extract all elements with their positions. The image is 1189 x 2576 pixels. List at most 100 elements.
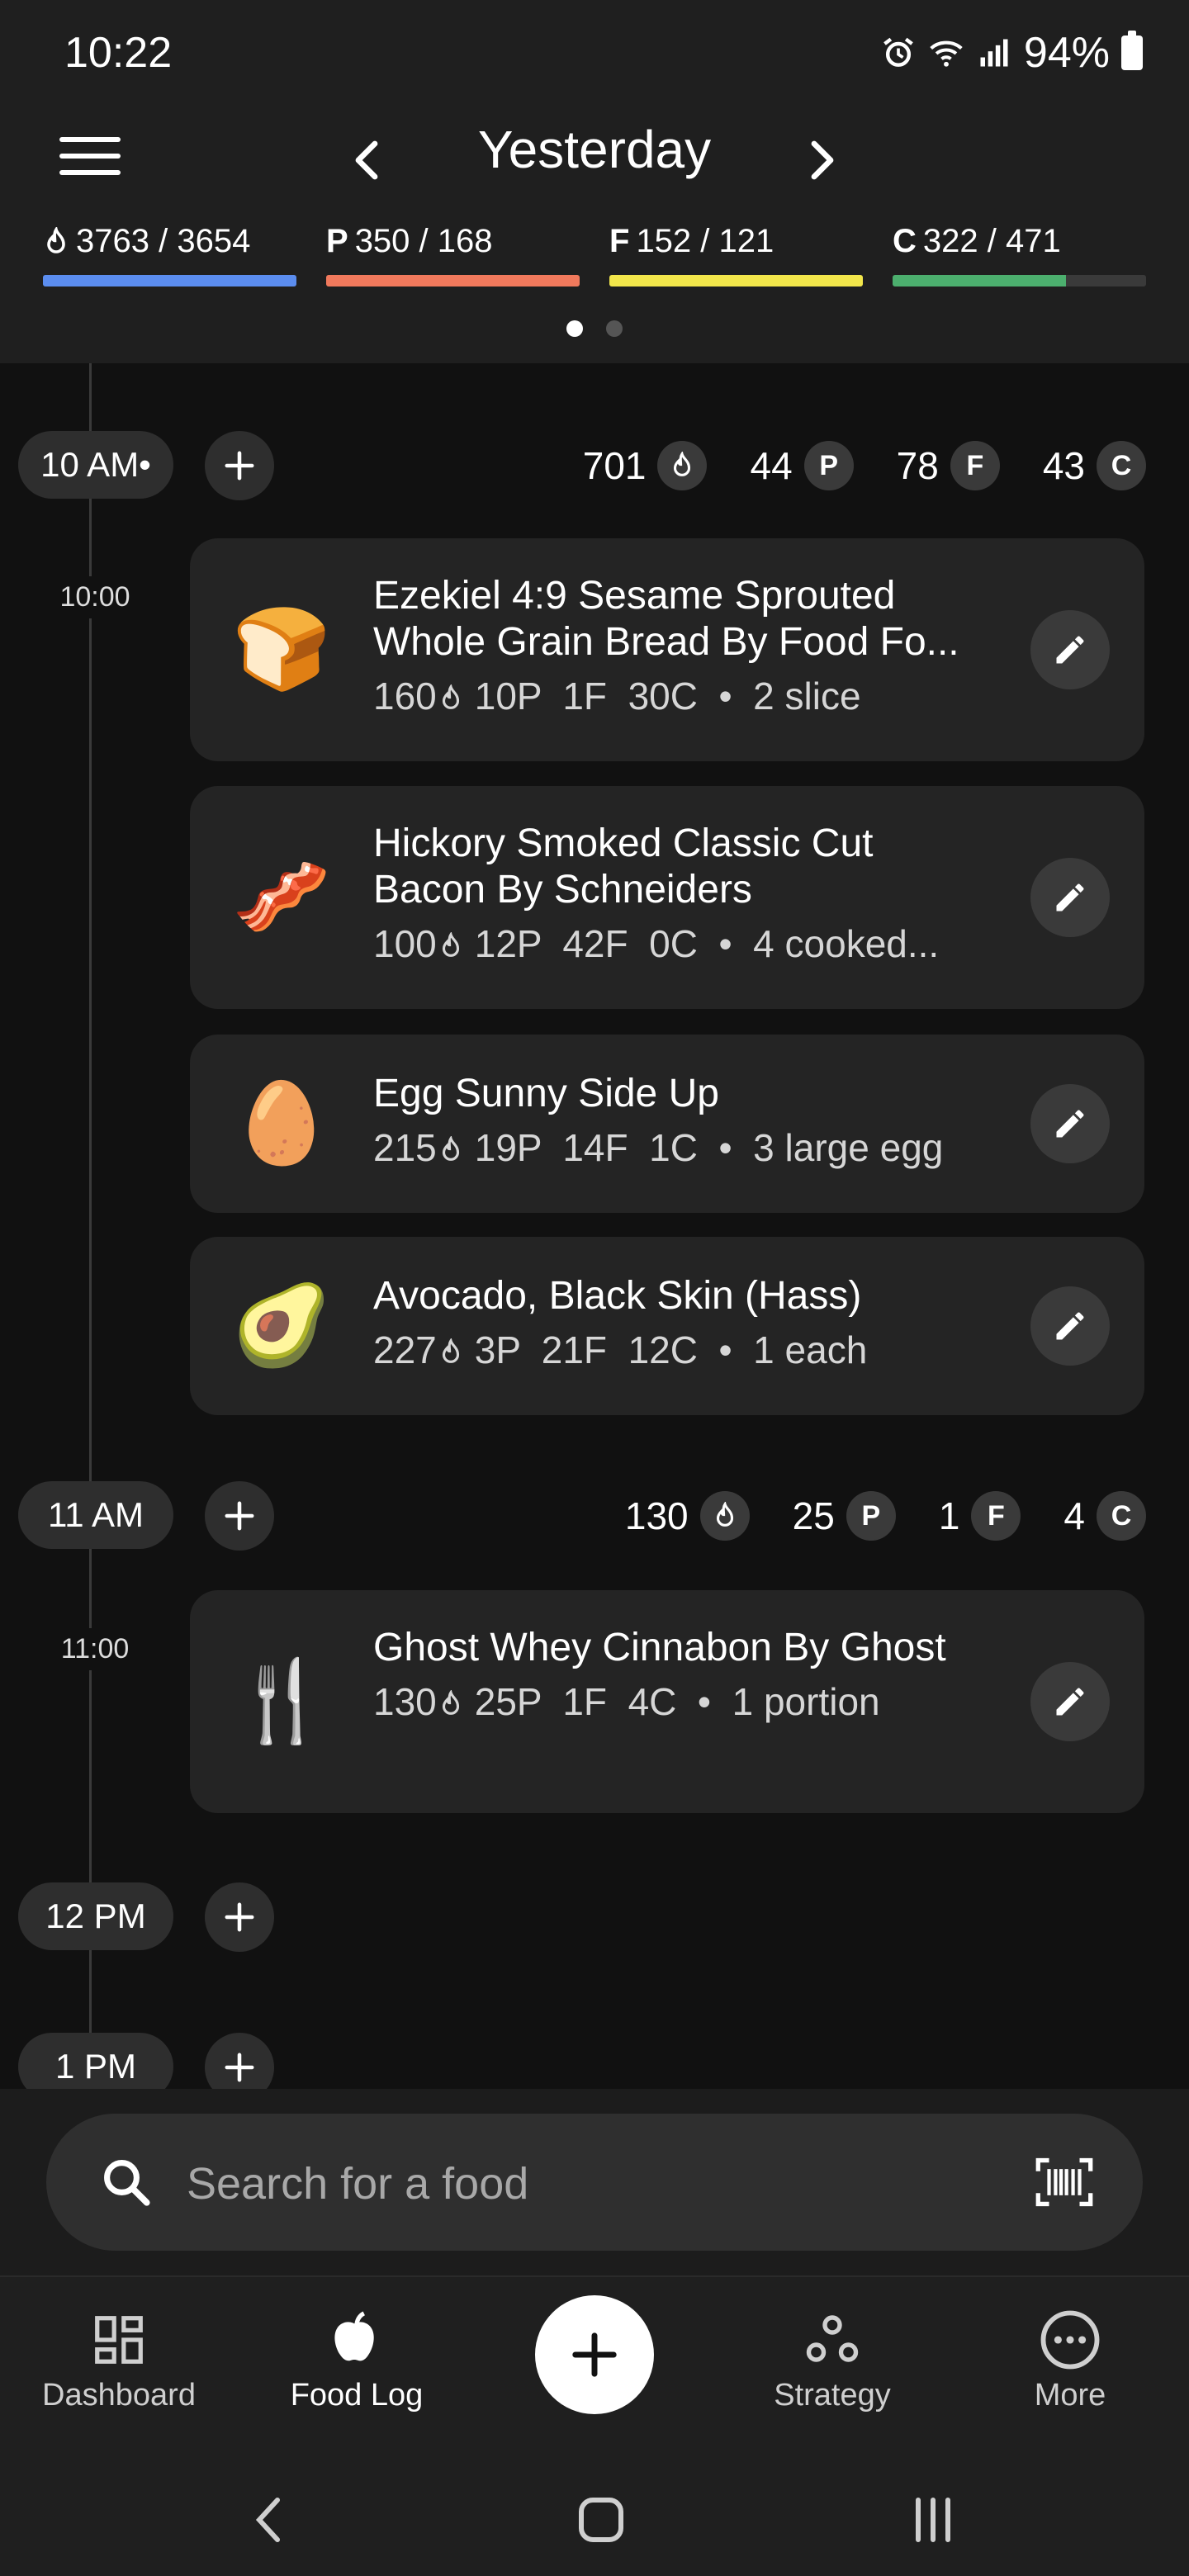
plus-icon	[225, 2053, 254, 2082]
previous-day-button[interactable]	[334, 127, 400, 193]
nav-label: Dashboard	[42, 2378, 196, 2413]
macro-summary[interactable]: 3763 / 3654 P 350 / 168 F 152 / 121 C 322 / 47…	[43, 223, 1146, 286]
edit-entry-button[interactable]	[1030, 1662, 1110, 1741]
food-entry-card[interactable]: 🍞 Ezekiel 4:9 Sesame Sprouted Whole Grai…	[190, 538, 1144, 761]
entry-time-label: 10:00	[33, 576, 157, 618]
entry-time-label: 11:00	[33, 1628, 157, 1670]
page-dot[interactable]	[606, 320, 623, 337]
plus-icon	[225, 1902, 254, 1932]
fat-badge: F	[950, 441, 1000, 490]
flame-icon	[699, 1491, 750, 1541]
chevron-right-icon	[811, 140, 834, 180]
home-button[interactable]	[568, 2487, 634, 2553]
nav-more[interactable]: More	[971, 2307, 1169, 2413]
food-name: Avocado, Black Skin (Hass)	[373, 1274, 862, 1318]
hour-protein: 44	[750, 444, 793, 487]
date-title[interactable]: Yesterday	[429, 119, 760, 180]
food-search-input[interactable]: Search for a food	[46, 2114, 1143, 2251]
plus-icon	[225, 1501, 254, 1531]
search-placeholder: Search for a food	[187, 2159, 529, 2209]
hour-pill[interactable]: 11 AM	[18, 1481, 173, 1549]
quick-add-button[interactable]	[535, 2295, 654, 2414]
macro-summary-text: C 322 / 471	[893, 223, 1061, 259]
nav-food-log[interactable]: Food Log	[258, 2307, 456, 2413]
edit-entry-button[interactable]	[1030, 1286, 1110, 1366]
macro-progress-bar	[609, 275, 863, 286]
edit-entry-button[interactable]	[1030, 610, 1110, 689]
battery-icon	[1121, 31, 1143, 70]
home-square-icon	[579, 2498, 623, 2542]
status-icons: 94%	[880, 28, 1143, 78]
more-icon	[1040, 2310, 1100, 2370]
hour-carbs: 43	[1042, 444, 1085, 487]
macro-summary-text: F 152 / 121	[609, 223, 775, 259]
barcode-scan-icon[interactable]	[1034, 2155, 1095, 2209]
food-name: Ezekiel 4:9 Sesame Sprouted Whole Grain …	[373, 574, 959, 664]
status-time: 10:22	[64, 29, 173, 77]
hour-totals: 701 44 P 78 F 43 C	[583, 431, 1146, 500]
back-button[interactable]	[236, 2487, 302, 2553]
pencil-icon	[1056, 1688, 1084, 1716]
edit-entry-button[interactable]	[1030, 858, 1110, 937]
food-nutrition: 215 19P 14F 1C • 3 large egg	[373, 1126, 944, 1169]
system-navigation-bar	[0, 2454, 1189, 2576]
hour-fat: 78	[896, 444, 939, 487]
macro-summary-item: F 152 / 121	[609, 223, 863, 286]
food-entry-card[interactable]: 🍴 Ghost Whey Cinnabon By Ghost 130 25P 1F…	[190, 1590, 1144, 1813]
hour-row-12pm: 12 PM	[0, 1882, 1189, 1952]
carbs-badge: C	[1097, 1491, 1146, 1541]
add-to-hour-button[interactable]	[205, 431, 274, 500]
pencil-icon	[1056, 1312, 1084, 1340]
edit-entry-button[interactable]	[1030, 1084, 1110, 1163]
food-name: Ghost Whey Cinnabon By Ghost	[373, 1626, 946, 1669]
flame-icon	[442, 1135, 459, 1161]
hour-carbs: 4	[1063, 1494, 1085, 1537]
avocado-icon: 🥑	[232, 1281, 331, 1370]
hour-pill[interactable]: 12 PM	[18, 1882, 173, 1950]
protein-badge: P	[803, 441, 854, 490]
add-to-hour-button[interactable]	[205, 1481, 274, 1551]
food-entry-card[interactable]: 🥚 Egg Sunny Side Up 215 19P 14F 1C • 3 la…	[190, 1035, 1144, 1213]
header: Yesterday 3763 / 3654 P 350 / 168 F 152 / 12…	[0, 107, 1189, 363]
hour-pill[interactable]: 10 AM•	[18, 431, 173, 499]
wifi-icon	[930, 40, 963, 67]
plus-icon	[572, 2332, 617, 2377]
recents-button[interactable]	[900, 2487, 966, 2553]
bottom-navigation: Dashboard Food Log Strategy More	[0, 2275, 1189, 2454]
macro-summary-item: 3763 / 3654	[43, 223, 296, 286]
protein-badge: P	[846, 1491, 896, 1541]
food-name: Hickory Smoked Classic Cut Bacon By Schn…	[373, 822, 874, 912]
hour-row-10am: 10 AM• 701 44 P 78 F 43 C	[0, 431, 1189, 500]
pencil-icon	[1056, 636, 1084, 664]
nav-strategy[interactable]: Strategy	[733, 2307, 931, 2413]
nav-label: More	[1034, 2378, 1106, 2413]
menu-icon[interactable]	[59, 127, 121, 185]
hour-protein: 25	[792, 1494, 835, 1537]
egg-icon: 🥚	[232, 1079, 331, 1167]
flame-icon	[442, 1689, 459, 1715]
hour-totals: 130 25 P 1F 4C	[625, 1481, 1146, 1551]
strategy-icon	[806, 2315, 859, 2362]
chevron-left-icon	[355, 140, 378, 180]
food-name: Egg Sunny Side Up	[373, 1072, 719, 1115]
hour-calories: 130	[624, 1494, 689, 1537]
back-chevron-icon	[255, 2498, 280, 2542]
macro-summary-item: P 350 / 168	[326, 223, 580, 286]
hour-fat: 1	[938, 1494, 960, 1537]
page-dot[interactable]	[566, 320, 583, 337]
alarm-icon	[883, 37, 913, 67]
flame-icon	[47, 226, 65, 253]
apple-icon	[334, 2311, 374, 2361]
food-nutrition: 100 12P 42F 0C • 4 cooked...	[373, 922, 940, 965]
bacon-icon: 🥓	[232, 853, 331, 941]
macro-progress-bar	[326, 275, 580, 286]
add-to-hour-button[interactable]	[205, 1882, 274, 1952]
nav-dashboard[interactable]: Dashboard	[20, 2307, 218, 2413]
food-entry-card[interactable]: 🥑 Avocado, Black Skin (Hass) 227 3P 21F 1…	[190, 1237, 1144, 1415]
food-entry-card[interactable]: 🥓 Hickory Smoked Classic Cut Bacon By Sc…	[190, 786, 1144, 1009]
flame-icon	[657, 441, 708, 490]
food-nutrition: 160 10P 1F 30C • 2 slice	[373, 675, 861, 717]
next-day-button[interactable]	[789, 127, 855, 193]
macro-summary-text: P 350 / 168	[326, 223, 493, 259]
food-nutrition: 130 25P 1F 4C • 1 portion	[373, 1680, 880, 1723]
